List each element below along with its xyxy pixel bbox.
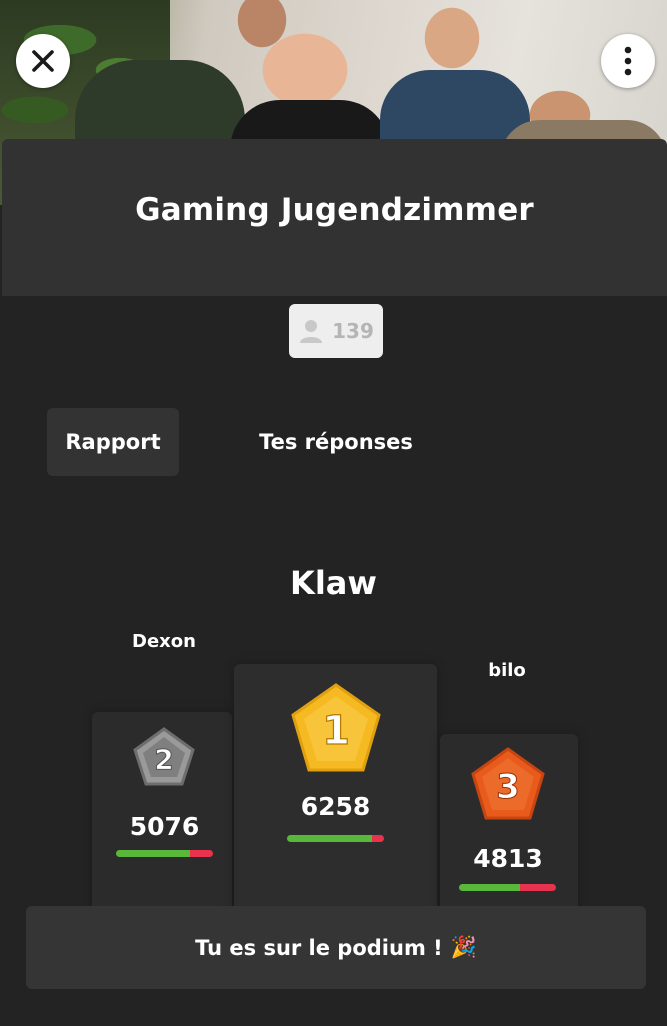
first-place-name: Klaw: [290, 564, 377, 602]
silver-medal-icon: 2: [133, 727, 195, 786]
podium-first: 1 6258: [234, 664, 437, 912]
more-vertical-icon: [624, 46, 632, 76]
bronze-medal-icon: 3: [471, 747, 545, 820]
second-place-bar: [116, 850, 213, 857]
correct-fill: [116, 850, 190, 857]
quiz-title-card: Gaming Jugendzimmer: [2, 139, 667, 296]
gold-medal-icon: 1: [291, 683, 381, 772]
more-options-button[interactable]: [601, 34, 655, 88]
second-place-name: Dexon: [132, 631, 196, 652]
user-icon: [300, 320, 323, 343]
first-place-score: 6258: [300, 792, 371, 821]
tab-label: Rapport: [65, 430, 161, 454]
third-place-score: 4813: [473, 844, 543, 873]
medal-rank: 2: [154, 743, 173, 776]
podium-third: 3 4813: [440, 734, 578, 912]
participants-count: 139: [332, 319, 374, 343]
tab-rapport[interactable]: Rapport: [47, 408, 179, 476]
first-place-bar: [287, 835, 384, 842]
wrong-fill: [520, 884, 556, 891]
tab-label: Tes réponses: [259, 430, 413, 454]
page-title: Gaming Jugendzimmer: [135, 191, 534, 228]
medal-rank: 3: [496, 767, 520, 807]
third-place-bar: [459, 884, 556, 891]
tab-tes-reponses[interactable]: Tes réponses: [248, 408, 424, 476]
podium-toast: Tu es sur le podium ! 🎉: [26, 906, 646, 989]
third-place-name: bilo: [488, 660, 526, 681]
close-icon: [32, 50, 54, 72]
close-button[interactable]: [16, 34, 70, 88]
medal-rank: 1: [322, 708, 350, 754]
participants-badge: 139: [289, 304, 383, 358]
correct-fill: [287, 835, 373, 842]
toast-message: Tu es sur le podium !: [195, 935, 443, 960]
wrong-fill: [372, 835, 384, 842]
second-place-score: 5076: [129, 812, 200, 841]
party-popper-icon: 🎉: [450, 935, 477, 959]
wrong-fill: [189, 850, 213, 857]
correct-fill: [459, 884, 521, 891]
podium-second: 2 5076: [92, 712, 232, 912]
